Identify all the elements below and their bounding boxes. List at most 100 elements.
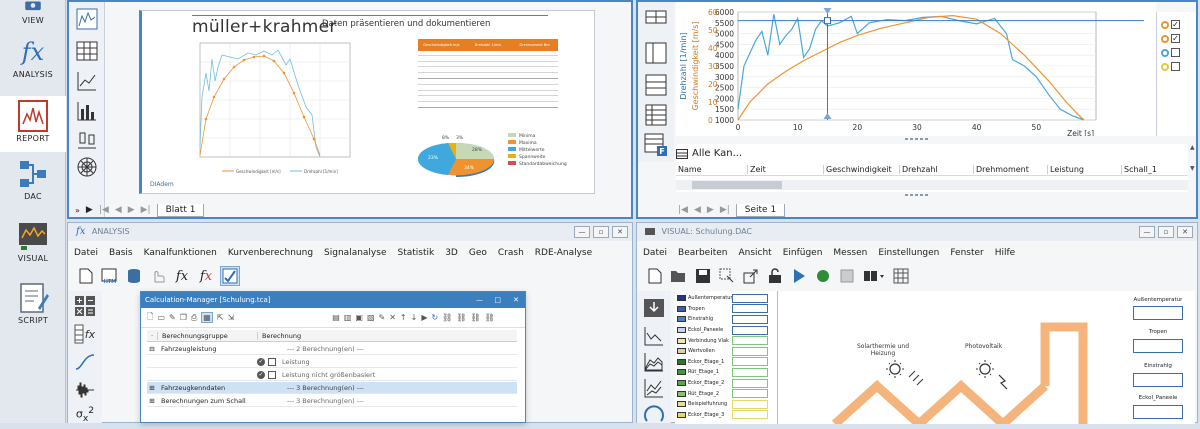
menu-item[interactable]: RDE-Analyse <box>535 248 592 258</box>
select-button[interactable] <box>717 266 737 286</box>
align-button[interactable] <box>861 266 887 286</box>
menu-item[interactable]: Ansicht <box>738 248 771 258</box>
save-button[interactable] <box>693 266 713 286</box>
grid-button[interactable] <box>891 266 911 286</box>
nav-prev-icon[interactable]: ◀ <box>694 205 701 215</box>
nav-next-icon[interactable]: ▶ <box>707 205 714 215</box>
layout-list-tool[interactable] <box>641 100 671 130</box>
new-icon[interactable]: 🗋 <box>147 311 153 325</box>
checkbox-empty-icon[interactable] <box>1171 62 1180 71</box>
curve-chart-tool[interactable] <box>72 4 102 34</box>
column-header[interactable]: Leistung <box>1048 165 1122 174</box>
open-icon[interactable]: ▭ <box>157 313 165 322</box>
nav-end-icon[interactable]: ▶| <box>720 205 730 215</box>
minimize-button[interactable]: — <box>1139 226 1155 238</box>
channel-value-box[interactable] <box>732 346 768 356</box>
channel-indicator-row[interactable]: Eckor_Etage_2 <box>677 378 775 389</box>
save-icon[interactable]: ▣ <box>355 313 363 322</box>
edit-icon[interactable]: ✎ <box>169 313 176 322</box>
chart-icon[interactable]: ▥ <box>344 313 352 322</box>
gauge-tool[interactable] <box>639 399 669 429</box>
line-tool[interactable] <box>72 66 102 96</box>
menu-item[interactable]: Datei <box>643 248 667 258</box>
sidebar-item-report[interactable]: REPORT <box>0 96 66 152</box>
splitter-handle[interactable] <box>676 136 1156 142</box>
lock-button[interactable] <box>765 266 785 286</box>
grid-icon[interactable]: ▤ <box>332 313 340 322</box>
run-icon[interactable]: ▶ <box>421 313 427 322</box>
layout-split-tool[interactable] <box>641 38 671 68</box>
channel-value-box[interactable] <box>732 389 768 399</box>
restore-button[interactable]: ▫ <box>593 226 609 238</box>
sheet-tab-blatt-1[interactable]: Blatt 1 <box>156 203 205 217</box>
menu-item[interactable]: Crash <box>498 248 524 258</box>
link-icon[interactable]: ⛓ <box>470 313 480 322</box>
sidebar-item-dac[interactable]: DAC <box>0 158 66 214</box>
column-header[interactable]: Drehmoment <box>974 165 1048 174</box>
import-tool[interactable] <box>639 293 669 323</box>
channel-value-box[interactable] <box>732 378 768 388</box>
channel-value-box[interactable] <box>732 357 768 367</box>
column-header[interactable]: Name <box>676 165 748 174</box>
checkbox-empty-icon[interactable] <box>1171 48 1180 57</box>
series-toggle-2[interactable]: ✓ <box>1161 34 1180 43</box>
expand-icon[interactable]: ⊞ <box>147 384 157 392</box>
menu-item[interactable]: Einstellungen <box>878 248 939 258</box>
dialog-close-icon[interactable]: ✕ <box>513 292 519 308</box>
menu-item[interactable]: Bearbeiten <box>678 248 727 258</box>
table-tool[interactable] <box>72 36 102 66</box>
channel-indicator-row[interactable]: Außentemperatur <box>677 293 775 304</box>
layout-rows-tool[interactable] <box>641 70 671 100</box>
channel-indicator-row[interactable]: Verbindung Vlak <box>677 335 775 346</box>
calc-row[interactable]: ⊞ Berechnungen zum Schall --- 3 Berechnu… <box>147 395 517 407</box>
nav-prev-icon[interactable]: ◀ <box>115 205 122 215</box>
calc-view-icon[interactable]: ▦ <box>201 312 213 323</box>
nav-play-icon[interactable]: ▶ <box>86 205 93 215</box>
print-icon[interactable]: ⎙ <box>191 313 197 323</box>
nav-end-icon[interactable]: ▶| <box>141 205 151 215</box>
close-button[interactable]: ✕ <box>1177 226 1193 238</box>
layout-table-tool[interactable]: F <box>641 130 671 160</box>
nav-start-icon[interactable]: |◀ <box>678 205 688 215</box>
restore-button[interactable]: ▫ <box>1158 226 1174 238</box>
indicator-box[interactable] <box>1133 373 1183 387</box>
boxplot-tool[interactable] <box>72 124 102 154</box>
menu-item[interactable]: Basis <box>109 248 133 258</box>
column-header[interactable]: Geschwindigkeit <box>824 165 900 174</box>
copy-icon[interactable]: ❐ <box>180 313 187 322</box>
column-header[interactable]: Berechnungsgruppe <box>157 331 257 340</box>
calc-row-selected[interactable]: ⊞ Fahrzeugkenndaten --- 3 Berechnung(en)… <box>147 382 517 394</box>
channel-value-box[interactable] <box>732 293 768 303</box>
function-delete-button[interactable]: fx <box>196 266 216 286</box>
menu-item[interactable]: Statistik <box>397 248 434 258</box>
link-icon[interactable]: ⛓ <box>456 313 466 322</box>
menu-item[interactable]: Geo <box>469 248 487 258</box>
checkbox-checked-icon[interactable]: ✓ <box>1171 34 1180 43</box>
record-button[interactable] <box>813 266 833 286</box>
link-icon[interactable]: ⛓ <box>442 313 452 322</box>
menu-item[interactable]: Fenster <box>950 248 983 258</box>
database-button[interactable] <box>124 266 144 286</box>
series-toggle-3[interactable] <box>1161 48 1180 57</box>
horizontal-scrollbar[interactable] <box>676 180 1188 190</box>
channel-value-box[interactable] <box>732 304 768 314</box>
minimize-button[interactable]: — <box>574 226 590 238</box>
import-icon[interactable]: ⇲ <box>228 313 235 322</box>
sheet-tab-seite-1[interactable]: Seite 1 <box>735 203 786 217</box>
dialog-minimize-icon[interactable]: — <box>476 292 483 308</box>
channel-indicator-row[interactable]: Einstrahlg <box>677 314 775 325</box>
layout-grid-tool[interactable] <box>641 2 671 32</box>
menu-item[interactable]: Kanalfunktionen <box>144 248 217 258</box>
menu-item[interactable]: Messen <box>833 248 867 258</box>
nav-next-icon[interactable]: ▶ <box>128 205 135 215</box>
calc-row[interactable]: ✓ Leistung <box>147 356 517 368</box>
channel-value-box[interactable] <box>732 314 768 324</box>
export-icon[interactable]: ⇱ <box>217 313 224 322</box>
column-header[interactable]: Berechnung <box>257 331 517 340</box>
dialog-maximize-icon[interactable]: □ <box>494 292 501 308</box>
splitter-handle[interactable] <box>676 192 1156 198</box>
new-button[interactable] <box>645 266 665 286</box>
menu-item[interactable]: Signalanalyse <box>324 248 386 258</box>
channel-function-tool[interactable]: fx <box>70 319 100 349</box>
bar-tool[interactable] <box>72 96 102 126</box>
